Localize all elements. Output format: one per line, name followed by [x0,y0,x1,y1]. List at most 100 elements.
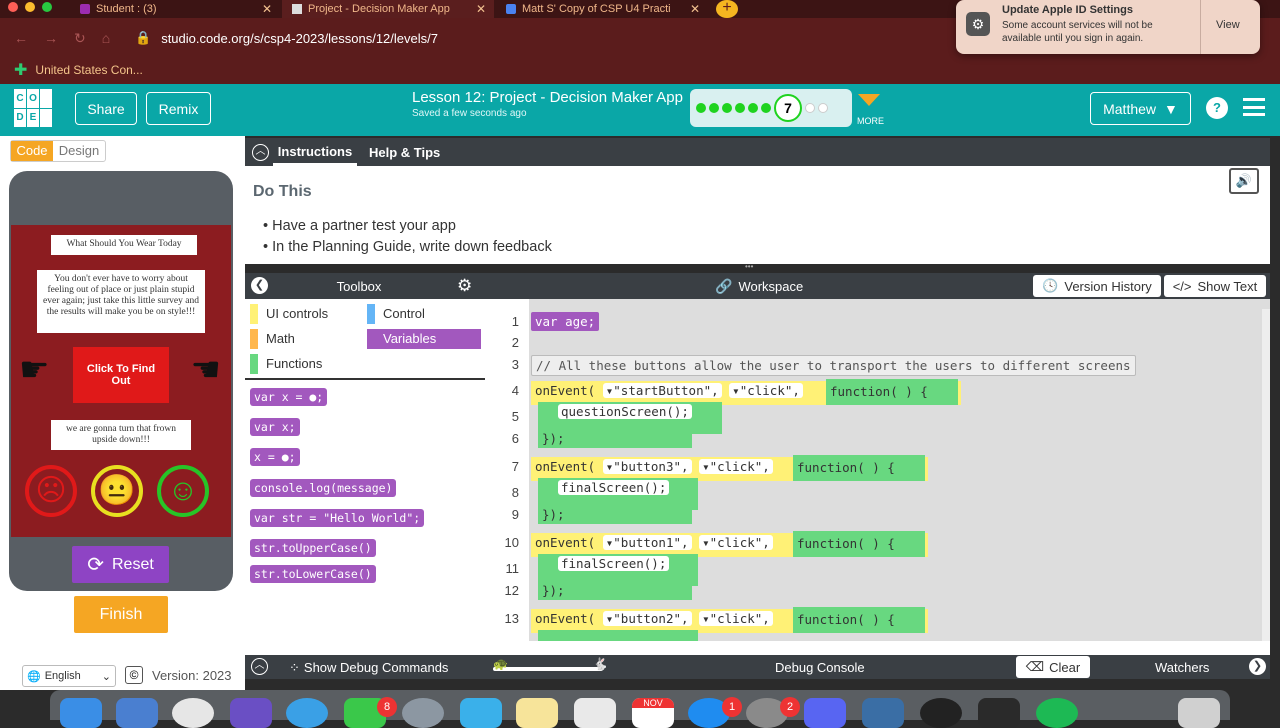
category-math[interactable]: Math [250,329,360,349]
clear-button[interactable]: ⌫ Clear [1016,656,1090,678]
level-dot[interactable] [735,103,745,113]
current-level[interactable]: 7 [774,94,802,122]
trash-icon[interactable] [1178,698,1220,728]
code-line-9-close[interactable]: }); [538,506,692,524]
help-icon[interactable]: ? [1206,97,1228,119]
category-variables[interactable]: Variables [367,329,481,349]
level-dot[interactable] [761,103,771,113]
close-window-icon[interactable] [8,2,18,12]
find-out-button[interactable]: Click To Find Out [73,347,169,403]
design-mode-button[interactable]: Design [53,141,105,161]
event-type-dropdown[interactable]: ▾"click", [699,611,773,626]
steam-icon[interactable] [920,698,962,728]
bookmark-item[interactable]: United States Con... [35,63,142,77]
tab-student[interactable]: Student : (3) ✕ [70,0,280,18]
tab-help-tips[interactable]: Help & Tips [369,145,440,160]
tab-close-icon[interactable]: ✕ [476,2,486,16]
tab-close-icon[interactable]: ✕ [690,2,700,16]
gear-icon[interactable]: ⚙ [457,276,472,296]
collapse-watchers-icon[interactable]: ❯ [1249,658,1266,675]
photos-icon[interactable] [574,698,616,728]
maximize-window-icon[interactable] [42,2,52,12]
safari-icon[interactable] [286,698,328,728]
level-dot[interactable] [696,103,706,113]
resize-handle[interactable]: ••• [745,263,769,271]
happy-face-icon[interactable]: ☺ [157,465,209,517]
block-assign[interactable]: x = ●; [250,448,300,466]
block-to-upper[interactable]: str.toUpperCase() [250,539,376,557]
menu-icon[interactable] [1243,98,1265,116]
spotify-icon[interactable] [1036,698,1078,728]
notification-view-button[interactable]: View [1216,19,1240,31]
app-icon[interactable] [862,698,904,728]
function-block[interactable]: function( ) { [793,455,925,481]
block-var-declare[interactable]: var x; [250,418,300,436]
launchpad-icon[interactable] [402,698,444,728]
finish-button[interactable]: Finish [74,596,168,633]
block-console-log[interactable]: console.log(message) [250,479,397,497]
event-type-dropdown[interactable]: ▾"click", [699,535,773,550]
sad-face-icon[interactable]: ☹ [25,465,77,517]
workspace-scrollbar[interactable] [1262,309,1270,641]
show-debug-commands[interactable]: ⁘ Show Debug Commands [289,660,448,676]
imovie-icon[interactable] [230,698,272,728]
level-dot[interactable] [818,103,828,113]
block-to-lower[interactable]: str.toLowerCase() [250,565,376,583]
category-functions[interactable]: Functions [250,354,360,374]
show-text-button[interactable]: </> Show Text [1164,275,1266,297]
mail-icon[interactable] [460,698,502,728]
notes-icon[interactable] [516,698,558,728]
event-target-dropdown[interactable]: ▾"button2", [602,611,692,626]
finder-icon[interactable] [60,698,102,728]
code-line-1[interactable]: var age; [531,312,600,331]
code-workspace[interactable]: var age; // All these buttons allow the … [485,299,1270,641]
call-final-screen[interactable]: finalScreen(); [558,556,670,571]
event-type-dropdown[interactable]: ▾"click", [729,383,803,398]
level-dot[interactable] [748,103,758,113]
terminal-icon[interactable] [978,698,1020,728]
event-target-dropdown[interactable]: ▾"button1", [602,535,692,550]
new-tab-button[interactable]: + [716,0,738,18]
block-var-assign[interactable]: var x = ●; [250,388,328,406]
block-var-string[interactable]: var str = "Hello World"; [250,509,425,527]
level-dot[interactable] [805,103,815,113]
call-final-screen[interactable]: finalScreen(); [558,480,670,495]
collapse-icon[interactable]: ︿ [252,144,269,161]
minimize-window-icon[interactable] [25,2,35,12]
address-bar[interactable]: 🔒 studio.code.org/s/csp4-2023/lessons/12… [125,24,845,52]
code-org-logo[interactable]: C O D E [14,89,52,127]
tab-instructions[interactable]: Instructions [273,138,357,166]
event-target-dropdown[interactable]: ▾"startButton", [602,383,722,398]
more-chevron-icon[interactable] [858,94,880,106]
apple-id-notification[interactable]: ⚙ Update Apple ID Settings Some account … [956,0,1260,54]
version-history-button[interactable]: 🕓 Version History [1033,275,1161,297]
expand-debug-icon[interactable]: ︿ [251,658,268,675]
code-line-3-comment[interactable]: // All these buttons allow the user to t… [531,355,1136,376]
user-menu-button[interactable]: Matthew ▼ [1090,92,1191,125]
event-type-dropdown[interactable]: ▾"click", [699,459,773,474]
code-line-6-close[interactable]: }); [538,430,692,448]
speed-slider[interactable] [493,667,603,671]
level-dot[interactable] [722,103,732,113]
resize-bar[interactable] [245,641,1270,655]
category-ui-controls[interactable]: UI controls [250,304,360,324]
event-target-dropdown[interactable]: ▾"button3", [602,459,692,474]
code-mode-button[interactable]: Code [11,141,53,161]
share-button[interactable]: Share [75,92,137,125]
copyright-icon[interactable]: © [125,666,143,684]
preview-icon[interactable] [116,698,158,728]
level-progress[interactable]: 7 [690,89,852,127]
chrome-icon[interactable] [172,698,214,728]
tab-docs[interactable]: Matt S' Copy of CSP U4 Practi ✕ [496,0,708,18]
language-select[interactable]: 🌐 English ⌄ [22,665,116,687]
neutral-face-icon[interactable]: 😐 [91,465,143,517]
function-block[interactable]: function( ) { [793,607,925,633]
category-control[interactable]: Control [367,304,481,324]
level-dot[interactable] [709,103,719,113]
code-line-12-close[interactable]: }); [538,582,692,600]
discord-icon[interactable] [804,698,846,728]
calendar-icon[interactable]: NOV [632,698,674,728]
function-block[interactable]: function( ) { [826,379,958,405]
reset-button[interactable]: ⟳ Reset [72,546,169,583]
remix-button[interactable]: Remix [146,92,211,125]
